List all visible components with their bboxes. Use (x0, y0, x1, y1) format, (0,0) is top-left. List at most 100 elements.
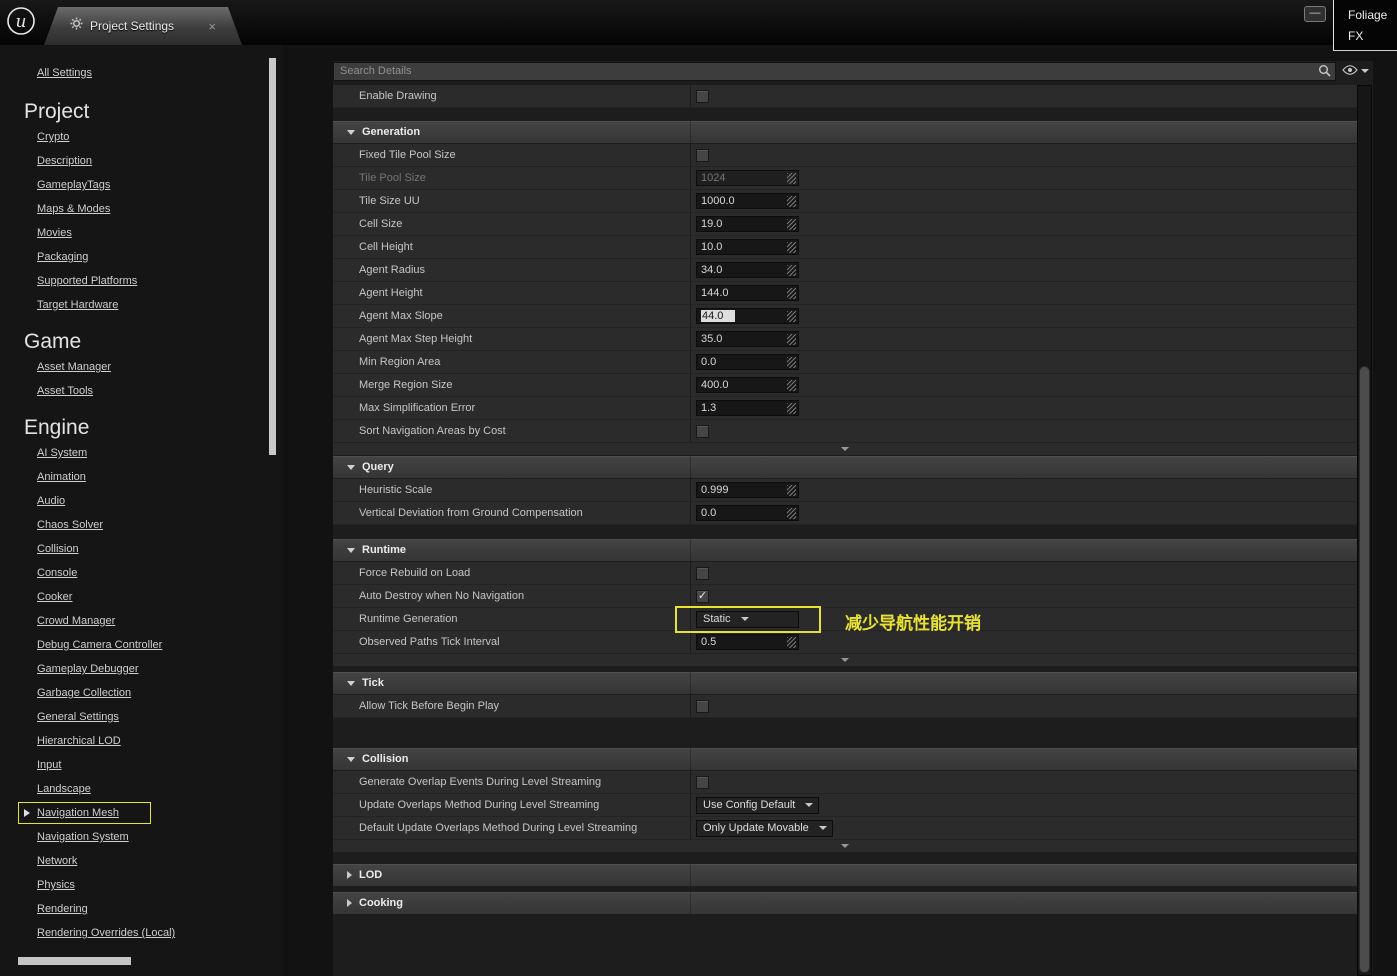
sidebar-item-garbage-collection[interactable]: Garbage Collection (37, 681, 282, 705)
sidebar-item-all-settings[interactable]: All Settings (37, 61, 282, 85)
sidebar-item-asset-tools[interactable]: Asset Tools (37, 379, 282, 403)
menu-item-fx[interactable]: FX (1348, 26, 1397, 47)
sidebar-item-crypto[interactable]: Crypto (37, 125, 282, 149)
checkbox-allow-tick-before-begin-play[interactable] (696, 699, 709, 713)
search-input[interactable] (333, 61, 1336, 81)
value-drag-handle-icon[interactable] (787, 356, 796, 368)
dropdown-default-update-overlaps-method-during-level-streaming[interactable]: Only Update Movable (696, 819, 833, 837)
sidebar-item-ai-system[interactable]: AI System (37, 441, 282, 465)
dropdown-update-overlaps-method-during-level-streaming[interactable]: Use Config Default (696, 796, 820, 814)
section-header-query[interactable]: Query (333, 456, 1357, 479)
scrollbar-thumb[interactable] (1359, 366, 1370, 973)
value-drag-handle-icon[interactable] (787, 507, 796, 519)
sidebar-item-gameplay-debugger[interactable]: Gameplay Debugger (37, 657, 282, 681)
sidebar-item-collision[interactable]: Collision (37, 537, 282, 561)
checkbox-generate-overlap-events-during-level-streaming[interactable] (696, 775, 709, 789)
value-drag-handle-icon[interactable] (787, 287, 796, 299)
sidebar-item-rendering-overrides-local[interactable]: Rendering Overrides (Local) (37, 921, 282, 945)
sidebar-item-supported-platforms[interactable]: Supported Platforms (37, 269, 282, 293)
eye-icon (1342, 62, 1358, 80)
sidebar-item-movies[interactable]: Movies (37, 221, 282, 245)
sidebar-item-cooker[interactable]: Cooker (37, 585, 282, 609)
view-options-button[interactable] (1342, 63, 1372, 79)
checkbox-enable-drawing[interactable] (696, 89, 709, 103)
property-value: 144.0 (691, 282, 1357, 304)
sidebar-item-label: Collision (37, 543, 79, 555)
advanced-expander[interactable] (333, 443, 1357, 456)
sidebar-item-debug-camera-controller[interactable]: Debug Camera Controller (37, 633, 282, 657)
sidebar-item-target-hardware[interactable]: Target Hardware (37, 293, 282, 317)
sidebar-item-input[interactable]: Input (37, 753, 282, 777)
sidebar-item-rendering[interactable]: Rendering (37, 897, 282, 921)
number-input-cell-size[interactable]: 19.0 (696, 216, 799, 232)
checkbox-sort-navigation-areas-by-cost[interactable] (696, 424, 709, 438)
sidebar-item-animation[interactable]: Animation (37, 465, 282, 489)
number-input-heuristic-scale[interactable]: 0.999 (696, 482, 799, 498)
value-drag-handle-icon[interactable] (787, 172, 796, 184)
dropdown-runtime-generation[interactable]: Static (696, 610, 799, 628)
sidebar-item-navigation-system[interactable]: Navigation System (37, 825, 282, 849)
sidebar-item-landscape[interactable]: Landscape (37, 777, 282, 801)
value-drag-handle-icon[interactable] (787, 402, 796, 414)
value-drag-handle-icon[interactable] (787, 484, 796, 496)
value-drag-handle-icon[interactable] (787, 195, 796, 207)
sidebar-horizontal-scrollbar[interactable] (18, 957, 131, 965)
value-drag-handle-icon[interactable] (787, 218, 796, 230)
section-header-runtime[interactable]: Runtime (333, 539, 1357, 562)
checkbox-force-rebuild-on-load[interactable] (696, 566, 709, 580)
value-drag-handle-icon[interactable] (787, 310, 796, 322)
sidebar-vertical-scrollbar[interactable] (269, 58, 276, 455)
property-value: 0.0 (691, 351, 1357, 373)
number-input-min-region-area[interactable]: 0.0 (696, 354, 799, 370)
minimize-button[interactable]: — (1304, 6, 1326, 22)
sidebar-item-crowd-manager[interactable]: Crowd Manager (37, 609, 282, 633)
tab-close-icon[interactable]: × (208, 20, 216, 33)
value-drag-handle-icon[interactable] (787, 379, 796, 391)
advanced-expander[interactable] (333, 654, 1357, 667)
value-drag-handle-icon[interactable] (787, 636, 796, 648)
sidebar-item-chaos-solver[interactable]: Chaos Solver (37, 513, 282, 537)
sidebar-item-general-settings[interactable]: General Settings (37, 705, 282, 729)
sidebar-item-navigation-mesh[interactable]: Navigation Mesh (18, 801, 282, 825)
number-input-max-simplification-error[interactable]: 1.3 (696, 400, 799, 416)
sidebar-item-physics[interactable]: Physics (37, 873, 282, 897)
number-input-vertical-deviation-from-ground-compensation[interactable]: 0.0 (696, 505, 799, 521)
section-expanded-icon (347, 464, 355, 470)
tab-project-settings[interactable]: Project Settings × (44, 7, 242, 45)
section-header-lod[interactable]: LOD (333, 864, 1357, 887)
number-input-observed-paths-tick-interval[interactable]: 0.5 (696, 634, 799, 650)
sidebar-item-packaging[interactable]: Packaging (37, 245, 282, 269)
sidebar-item-network[interactable]: Network (37, 849, 282, 873)
checkbox-auto-destroy-when-no-navigation[interactable]: ✓ (696, 589, 709, 603)
value-drag-handle-icon[interactable] (787, 241, 796, 253)
number-input-tile-size-uu[interactable]: 1000.0 (696, 193, 799, 209)
property-row: Cell Height 10.0 (333, 236, 1357, 259)
property-label: Merge Region Size (333, 374, 691, 396)
number-input-cell-height[interactable]: 10.0 (696, 239, 799, 255)
number-input-agent-height[interactable]: 144.0 (696, 285, 799, 301)
menu-item-foliage[interactable]: Foliage (1348, 5, 1397, 26)
sidebar-item-audio[interactable]: Audio (37, 489, 282, 513)
number-input-agent-radius[interactable]: 34.0 (696, 262, 799, 278)
sidebar-item-label: Navigation System (37, 831, 129, 843)
value-drag-handle-icon[interactable] (787, 264, 796, 276)
advanced-expander[interactable] (333, 840, 1357, 853)
sidebar-item-asset-manager[interactable]: Asset Manager (37, 355, 282, 379)
section-header-tick[interactable]: Tick (333, 672, 1357, 695)
section-header-cooking[interactable]: Cooking (333, 892, 1357, 915)
value-drag-handle-icon[interactable] (787, 333, 796, 345)
sidebar-item-description[interactable]: Description (37, 149, 282, 173)
number-input-merge-region-size[interactable]: 400.0 (696, 377, 799, 393)
number-input-agent-max-slope[interactable]: 44.0 (696, 308, 799, 324)
section-header-generation[interactable]: Generation (333, 121, 1357, 144)
section-header-collision[interactable]: Collision (333, 748, 1357, 771)
sidebar-item-gameplaytags[interactable]: GameplayTags (37, 173, 282, 197)
sidebar-item-console[interactable]: Console (37, 561, 282, 585)
details-vertical-scrollbar[interactable] (1357, 85, 1372, 976)
sidebar-item-hierarchical-lod[interactable]: Hierarchical LOD (37, 729, 282, 753)
checkbox-fixed-tile-pool-size[interactable] (696, 148, 709, 162)
sidebar-item-maps-modes[interactable]: Maps & Modes (37, 197, 282, 221)
number-input-agent-max-step-height[interactable]: 35.0 (696, 331, 799, 347)
number-input-tile-pool-size[interactable]: 1024 (696, 170, 799, 186)
